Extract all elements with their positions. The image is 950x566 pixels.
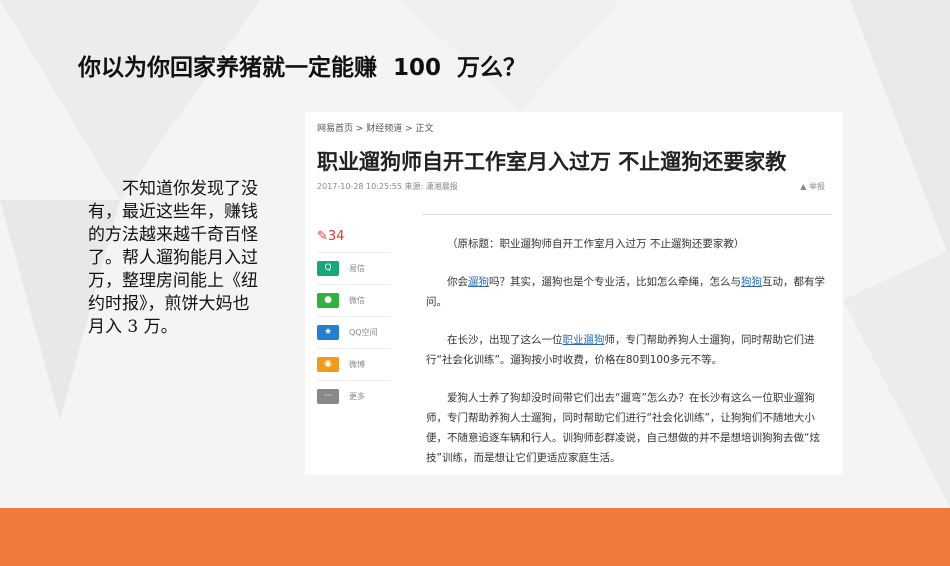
share-label: 微信 [349,296,365,305]
share-item[interactable]: ··· 更多 [317,380,390,412]
weibo-icon: ◉ [317,357,339,372]
divider [422,214,831,215]
report-link[interactable]: ▲ 举报 [800,181,825,192]
qzone-icon: ★ [317,325,339,340]
share-list: Q 易信 ● 微信 ★ QQ空间 ◉ 微博 ··· 更多 [317,252,390,412]
paragraph: 你会遛狗吗？其实，遛狗也是个专业活，比如怎么牵绳，怎么与狗狗互动，都有学问。 [426,272,834,312]
share-item[interactable]: ◉ 微博 [317,348,390,380]
share-item[interactable]: ★ QQ空间 [317,316,390,348]
article-body: （原标题：职业遛狗师自开工作室月入过万 不止遛狗还要家教） 你会遛狗吗？其实，遛… [426,234,834,486]
more-icon: ··· [317,389,339,404]
article-screenshot: 网易首页 > 财经频道 > 正文 职业遛狗师自开工作室月入过万 不止遛狗还要家教… [305,112,843,475]
paragraph: 在长沙，出现了这么一位职业遛狗师，专门帮助养狗人士遛狗，同时帮助它们进行“社会化… [426,330,834,370]
wechat-icon: ● [317,293,339,308]
paragraph: （原标题：职业遛狗师自开工作室月入过万 不止遛狗还要家教） [447,238,745,250]
article-headline: 职业遛狗师自开工作室月入过万 不止遛狗还要家教 [317,150,787,174]
paragraph: 爱狗人士养了狗却没时间带它们出去“遛弯”怎么办？在长沙有这么一位职业遛狗师，专门… [426,392,820,464]
comment-count[interactable]: ✎34 [317,229,344,244]
text: 你会 [447,276,468,288]
share-label: 易信 [349,264,365,273]
text: 在长沙，出现了这么一位 [447,334,563,346]
text: 吗？其实，遛狗也是个专业活，比如怎么牵绳，怎么与 [489,276,741,288]
share-label: QQ空间 [349,328,378,337]
breadcrumb: 网易首页 > 财经频道 > 正文 [317,124,434,134]
warning-icon: ▲ [800,182,807,191]
share-label: 更多 [349,392,365,401]
slide-side-text: 不知道你发现了没有，最近这些年，赚钱的方法越来越千奇百怪了。帮人遛狗能月入过万，… [88,179,258,337]
link-walk-dog[interactable]: 遛狗 [468,276,489,288]
share-item[interactable]: Q 易信 [317,252,390,284]
link-dog[interactable]: 狗狗 [741,276,762,288]
edit-icon: ✎ [317,229,328,244]
yixin-icon: Q [317,261,339,276]
link-professional-dog-walker[interactable]: 职业遛狗 [563,334,605,346]
slide-title: 你以为你回家养猪就一定能赚 100 万么？ [78,55,527,81]
footer-bar [0,508,950,566]
share-label: 微博 [349,360,365,369]
share-item[interactable]: ● 微信 [317,284,390,316]
comment-count-value: 34 [327,229,345,244]
article-meta: 2017-10-28 10:25:55 来源: 潇湘晨报 [317,182,458,191]
report-label: 举报 [809,182,825,191]
